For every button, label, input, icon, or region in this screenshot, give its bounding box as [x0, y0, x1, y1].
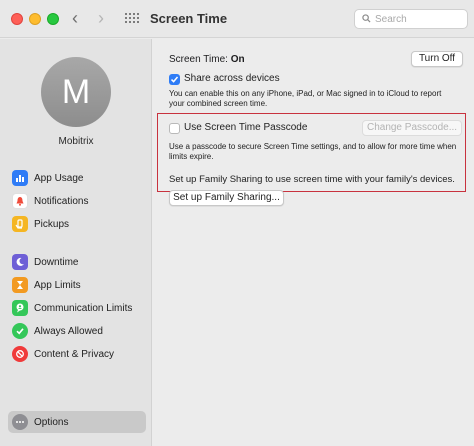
zoom-button[interactable]: [47, 13, 59, 25]
pickup-icon: [12, 216, 28, 232]
share-across-devices-label: Share across devices: [184, 73, 280, 84]
search-input[interactable]: [375, 12, 463, 26]
sidebar: M Mobitrix App Usage Notifications Picku…: [0, 39, 152, 446]
sidebar-item-label: Content & Privacy: [34, 348, 115, 360]
sidebar-item-label: Communication Limits: [34, 302, 133, 314]
minimize-button[interactable]: [29, 13, 41, 25]
status-value: On: [230, 54, 245, 65]
set-up-family-sharing-button[interactable]: Set up Family Sharing...: [169, 190, 284, 206]
sidebar-item-pickups[interactable]: Pickups: [8, 213, 146, 235]
search-field[interactable]: [354, 9, 468, 29]
back-chevron-icon[interactable]: ‹: [72, 9, 78, 27]
turn-off-button[interactable]: Turn Off: [411, 51, 463, 67]
sidebar-item-label: Pickups: [34, 218, 70, 230]
sidebar-item-app-usage[interactable]: App Usage: [8, 167, 146, 189]
options-pane: Screen Time: On Turn Off Share across de…: [153, 39, 474, 446]
close-button[interactable]: [11, 13, 23, 25]
window-title: Screen Time: [150, 11, 228, 26]
sidebar-item-always-allowed[interactable]: Always Allowed: [8, 320, 146, 342]
search-icon: [362, 14, 371, 23]
checkmark-icon: [12, 323, 28, 339]
change-passcode-button[interactable]: Change Passcode...: [362, 120, 462, 136]
system-preferences-window: ‹ › Screen Time M Mobitrix App Usage: [0, 0, 474, 446]
no-entry-icon: [12, 346, 28, 362]
sidebar-item-notifications[interactable]: Notifications: [8, 190, 146, 212]
screen-time-status: Screen Time: On: [169, 54, 245, 65]
avatar[interactable]: M: [41, 57, 111, 127]
sidebar-item-options[interactable]: Options: [8, 411, 146, 433]
bar-chart-icon: [12, 170, 28, 186]
forward-chevron-icon[interactable]: ›: [98, 9, 104, 27]
sidebar-item-communication-limits[interactable]: Communication Limits: [8, 297, 146, 319]
ellipsis-icon: [12, 414, 28, 430]
sidebar-item-content-privacy[interactable]: Content & Privacy: [8, 343, 146, 365]
sidebar-item-label: Notifications: [34, 195, 89, 207]
sidebar-item-app-limits[interactable]: App Limits: [8, 274, 146, 296]
hourglass-icon: [12, 277, 28, 293]
moon-icon: [12, 254, 28, 270]
share-across-devices-checkbox[interactable]: [169, 74, 180, 85]
share-description: You can enable this on any iPhone, iPad,…: [169, 89, 442, 108]
user-name: Mobitrix: [58, 136, 94, 147]
family-sharing-text: Set up Family Sharing to use screen time…: [169, 174, 455, 185]
use-passcode-label: Use Screen Time Passcode: [184, 122, 308, 133]
sidebar-item-label: Downtime: [34, 256, 79, 268]
bell-icon: [12, 193, 28, 209]
title-bar: ‹ › Screen Time: [0, 0, 474, 38]
sidebar-item-label: Options: [34, 416, 69, 428]
sidebar-item-label: App Usage: [34, 172, 84, 184]
sidebar-item-downtime[interactable]: Downtime: [8, 251, 146, 273]
passcode-description: Use a passcode to secure Screen Time set…: [169, 142, 457, 161]
status-label: Screen Time:: [169, 54, 228, 65]
checkmark-icon: [170, 76, 179, 83]
sidebar-item-label: Always Allowed: [34, 325, 103, 337]
sidebar-item-label: App Limits: [34, 279, 81, 291]
person-bubble-icon: [12, 300, 28, 316]
use-passcode-checkbox[interactable]: [169, 123, 180, 134]
show-all-grid-icon[interactable]: [125, 13, 139, 25]
